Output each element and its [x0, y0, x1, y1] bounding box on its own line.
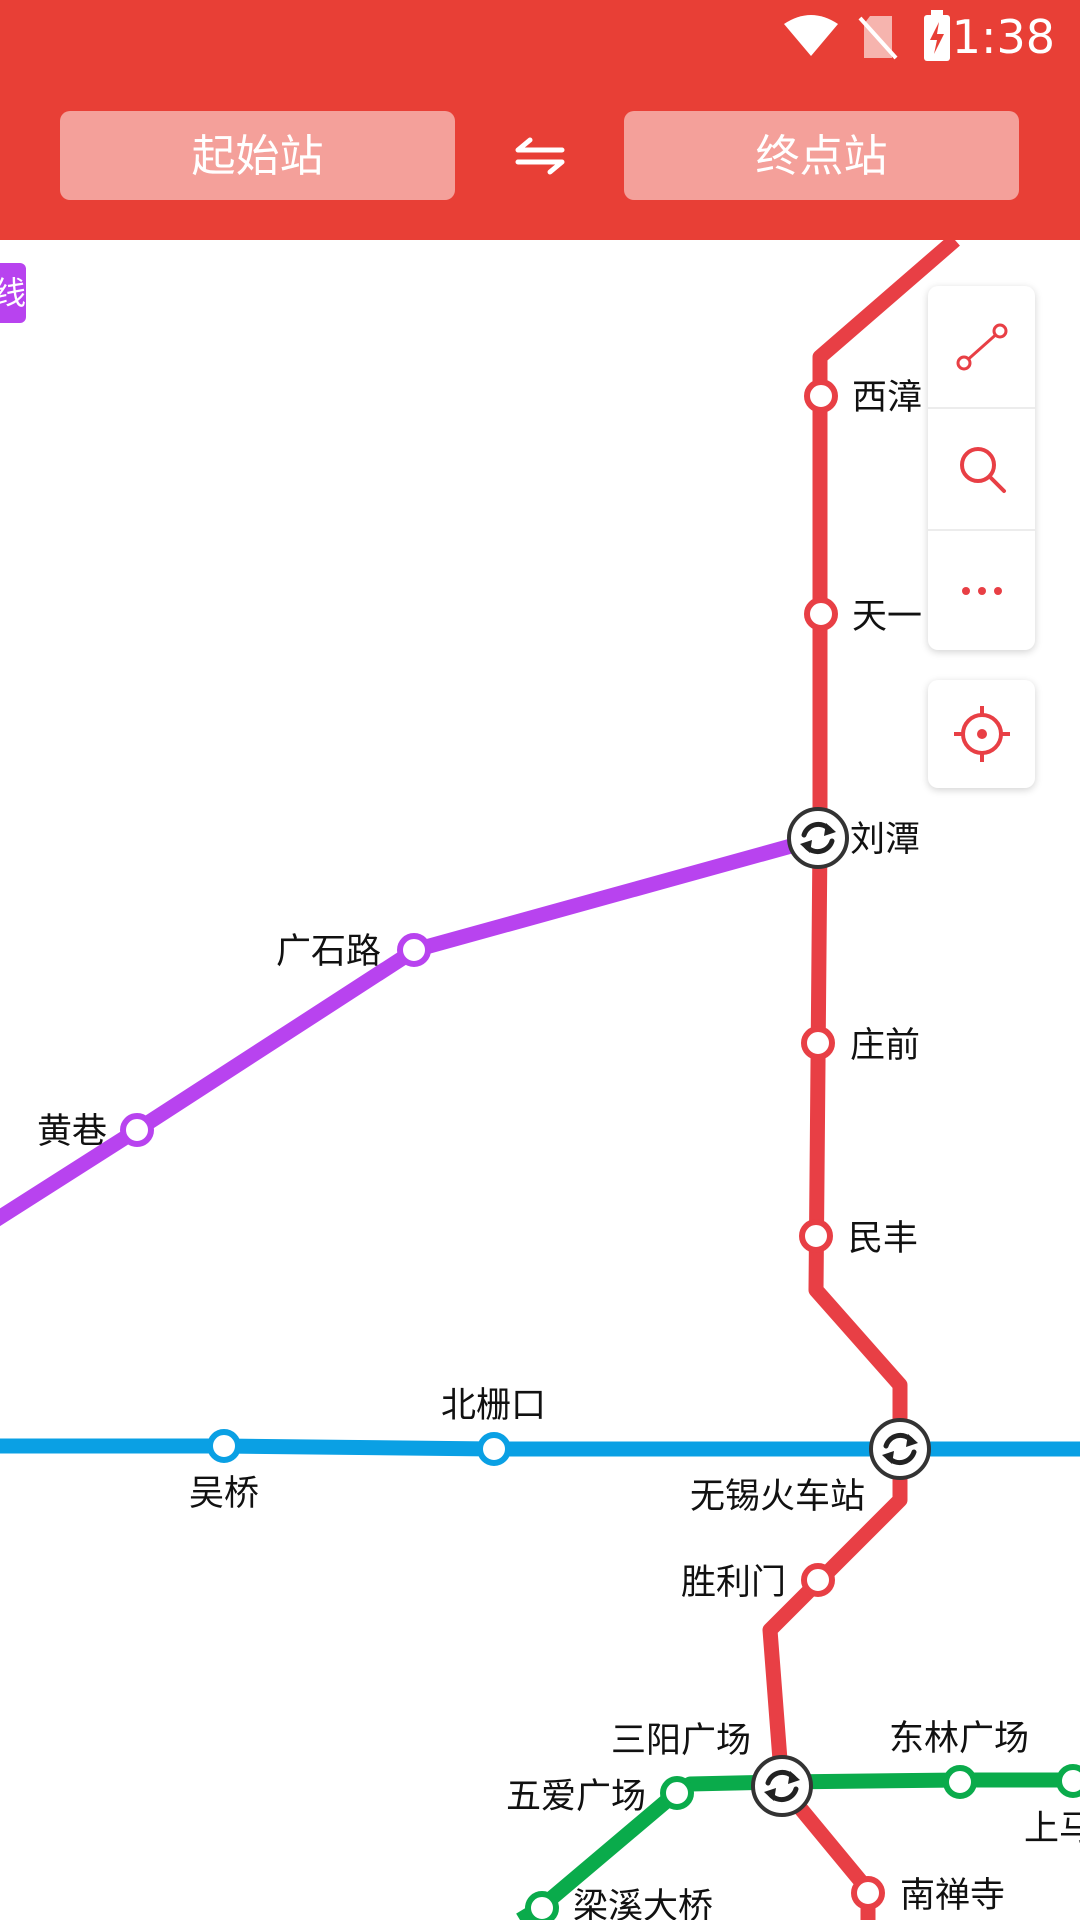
transfer-station-wuxi-railway[interactable]	[869, 1418, 931, 1480]
label-wuqiao: 吴桥	[189, 1474, 259, 1514]
label-tianyi: 天一	[852, 597, 922, 637]
station-liangxi[interactable]	[525, 1891, 559, 1920]
station-donglin[interactable]	[943, 1765, 977, 1799]
label-donglin: 东林广场	[889, 1719, 1029, 1759]
search-button[interactable]	[928, 408, 1035, 529]
label-liangxi: 梁溪大桥	[573, 1887, 713, 1920]
station-guangshilu[interactable]	[397, 933, 431, 967]
station-xizhang[interactable]	[804, 379, 838, 413]
station-tianyi[interactable]	[804, 597, 838, 631]
start-station-button[interactable]: 起始站	[60, 111, 455, 200]
route-icon	[956, 323, 1007, 370]
wifi-icon	[784, 15, 838, 56]
status-bar: 1:38	[0, 0, 1080, 76]
label-shenglimen: 胜利门	[681, 1563, 786, 1603]
label-zhuangqian: 庄前	[850, 1026, 920, 1066]
top-bar: 1:38 起始站 终点站	[0, 0, 1080, 240]
station-wuqiao[interactable]	[207, 1429, 241, 1463]
clock: 1:38	[951, 10, 1055, 64]
label-guangshilu: 广石路	[276, 932, 381, 972]
station-zhuangqian[interactable]	[801, 1026, 835, 1060]
search-icon	[959, 446, 1006, 493]
no-sim-icon	[858, 16, 898, 60]
metro-map[interactable]: 西漳 天一 刘潭 广石路 黄巷 庄前 民丰 北栅口 吴桥 无锡火车站 胜利门 三…	[0, 0, 1080, 1920]
station-shangma[interactable]	[1056, 1764, 1080, 1798]
label-xizhang: 西漳	[852, 378, 922, 418]
label-huangxiang: 黄巷	[37, 1112, 107, 1152]
station-wuai[interactable]	[660, 1776, 694, 1810]
map-toolbox	[928, 286, 1035, 650]
label-nanchansi: 南禅寺	[900, 1876, 1005, 1916]
more-dots-icon	[961, 586, 1002, 595]
station-minfeng[interactable]	[799, 1219, 833, 1253]
route-button[interactable]	[928, 286, 1035, 407]
label-sanyang: 三阳广场	[611, 1721, 751, 1761]
label-wuai: 五爱广场	[506, 1777, 646, 1817]
locate-crosshair-icon	[953, 706, 1010, 762]
locate-button[interactable]	[928, 680, 1035, 788]
label-wuxi-railway: 无锡火车站	[690, 1477, 865, 1517]
station-shenglimen[interactable]	[801, 1563, 835, 1597]
transfer-station-sanyang[interactable]	[751, 1755, 813, 1817]
station-huangxiang[interactable]	[120, 1113, 154, 1147]
label-minfeng: 民丰	[848, 1219, 918, 1259]
swap-button[interactable]	[510, 128, 570, 184]
station-nanchansi[interactable]	[851, 1876, 885, 1910]
battery-charging-icon	[924, 10, 950, 61]
more-button[interactable]	[928, 530, 1035, 651]
label-beizhakou: 北栅口	[441, 1386, 546, 1426]
line-purple	[0, 830, 822, 1227]
label-shangma: 上马	[1024, 1809, 1080, 1849]
line-tag-text: 线	[0, 274, 26, 312]
line-tag[interactable]: 线	[0, 263, 26, 323]
label-liutan: 刘潭	[850, 820, 920, 860]
swap-arrows-icon	[515, 137, 565, 175]
end-station-button[interactable]: 终点站	[624, 111, 1019, 200]
station-beizhakou[interactable]	[477, 1432, 511, 1466]
transfer-station-liutan[interactable]	[787, 807, 849, 869]
